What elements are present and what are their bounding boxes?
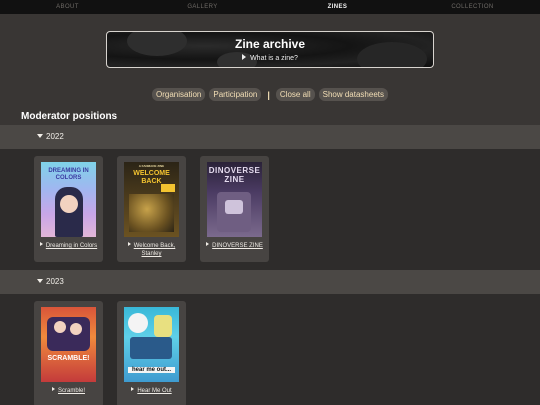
- year-content-2022: DREAMING IN COLORS Dreaming in Colors A …: [0, 149, 540, 270]
- zine-card[interactable]: SCRAMBLE! Scramble!: [34, 301, 103, 405]
- nav-gallery[interactable]: GALLERY: [135, 0, 270, 14]
- cover-badge: [161, 184, 175, 192]
- what-is-zine-toggle[interactable]: What is a zine?: [107, 54, 433, 62]
- zine-title: Dreaming in Colors: [45, 243, 98, 249]
- year-toggle-2022[interactable]: 2022: [0, 125, 540, 149]
- triangle-right-icon: [127, 242, 131, 246]
- triangle-right-icon: [242, 54, 247, 60]
- zine-title: Hear Me Out: [137, 388, 172, 394]
- cover-artwork: [130, 337, 172, 359]
- header-banner: Zine archive What is a zine?: [106, 31, 434, 68]
- cover-title: hear me out...: [128, 367, 175, 373]
- cover-artwork: [129, 194, 174, 232]
- zine-cover[interactable]: A FANMADE ZINE WELCOME BACK: [124, 162, 179, 237]
- zine-title-link[interactable]: DINOVERSE ZINE: [202, 242, 267, 250]
- show-datasheets-button[interactable]: Show datasheets: [318, 88, 388, 101]
- nav-zines[interactable]: ZINES: [270, 0, 405, 14]
- year-text: 2023: [46, 277, 64, 286]
- zine-title: DINOVERSE ZINE: [212, 243, 263, 249]
- year-toggle-2023[interactable]: 2023: [0, 270, 540, 294]
- zine-title-link[interactable]: Dreaming in Colors: [36, 242, 101, 250]
- cover-title: DREAMING IN COLORS: [48, 168, 89, 181]
- cover-figure: [154, 315, 172, 337]
- section-title: Moderator positions: [21, 111, 118, 122]
- zine-card[interactable]: DINOVERSE ZINE DINOVERSE ZINE: [200, 156, 269, 262]
- cover-artwork: [47, 317, 90, 351]
- nav-collection[interactable]: COLLECTION: [405, 0, 540, 14]
- participation-button[interactable]: Participation: [209, 88, 262, 101]
- zine-cover[interactable]: SCRAMBLE!: [41, 307, 96, 382]
- year-text: 2022: [46, 132, 64, 141]
- zine-title-link[interactable]: Hear Me Out: [119, 387, 184, 395]
- cover-subtitle: A FANMADE ZINE: [138, 164, 165, 168]
- cover-figure-face: [60, 195, 78, 213]
- triangle-right-icon: [206, 242, 210, 246]
- filter-bar: Organisation Participation | Close all S…: [0, 88, 540, 101]
- zine-title-link[interactable]: Scramble!: [36, 387, 101, 395]
- nav-about[interactable]: ABOUT: [0, 0, 135, 14]
- cover-figure: [225, 200, 243, 214]
- year-label: 2022: [37, 132, 64, 141]
- cover-title: SCRAMBLE!: [47, 355, 90, 362]
- cover-figure: [128, 313, 148, 333]
- zine-card[interactable]: hear me out... Hear Me Out: [117, 301, 186, 405]
- top-nav: ABOUT GALLERY ZINES COLLECTION: [0, 0, 540, 14]
- organisation-button[interactable]: Organisation: [152, 88, 206, 101]
- triangle-right-icon: [51, 387, 55, 391]
- cover-figure-face: [70, 323, 82, 335]
- zine-title-link[interactable]: Welcome Back, Stanley: [119, 242, 184, 258]
- zine-cover[interactable]: DINOVERSE ZINE: [207, 162, 262, 237]
- year-label: 2023: [37, 277, 64, 286]
- zine-title: Scramble!: [57, 388, 85, 394]
- zine-cover[interactable]: DREAMING IN COLORS: [41, 162, 96, 237]
- zine-title: Welcome Back, Stanley: [133, 243, 176, 257]
- triangle-down-icon: [37, 279, 43, 283]
- cover-title: DINOVERSE ZINE: [208, 166, 261, 184]
- zine-card[interactable]: A FANMADE ZINE WELCOME BACK Welcome Back…: [117, 156, 186, 262]
- cover-figure-face: [54, 321, 66, 333]
- year-content-2023: SCRAMBLE! Scramble! hear me out... Hear …: [0, 294, 540, 405]
- what-is-zine-label: What is a zine?: [250, 55, 298, 62]
- triangle-down-icon: [37, 134, 43, 138]
- zine-cover[interactable]: hear me out...: [124, 307, 179, 382]
- triangle-right-icon: [131, 387, 135, 391]
- triangle-right-icon: [39, 242, 43, 246]
- filter-divider: |: [267, 89, 270, 100]
- page-title: Zine archive: [234, 37, 306, 51]
- close-all-button[interactable]: Close all: [275, 88, 315, 101]
- zine-card[interactable]: DREAMING IN COLORS Dreaming in Colors: [34, 156, 103, 262]
